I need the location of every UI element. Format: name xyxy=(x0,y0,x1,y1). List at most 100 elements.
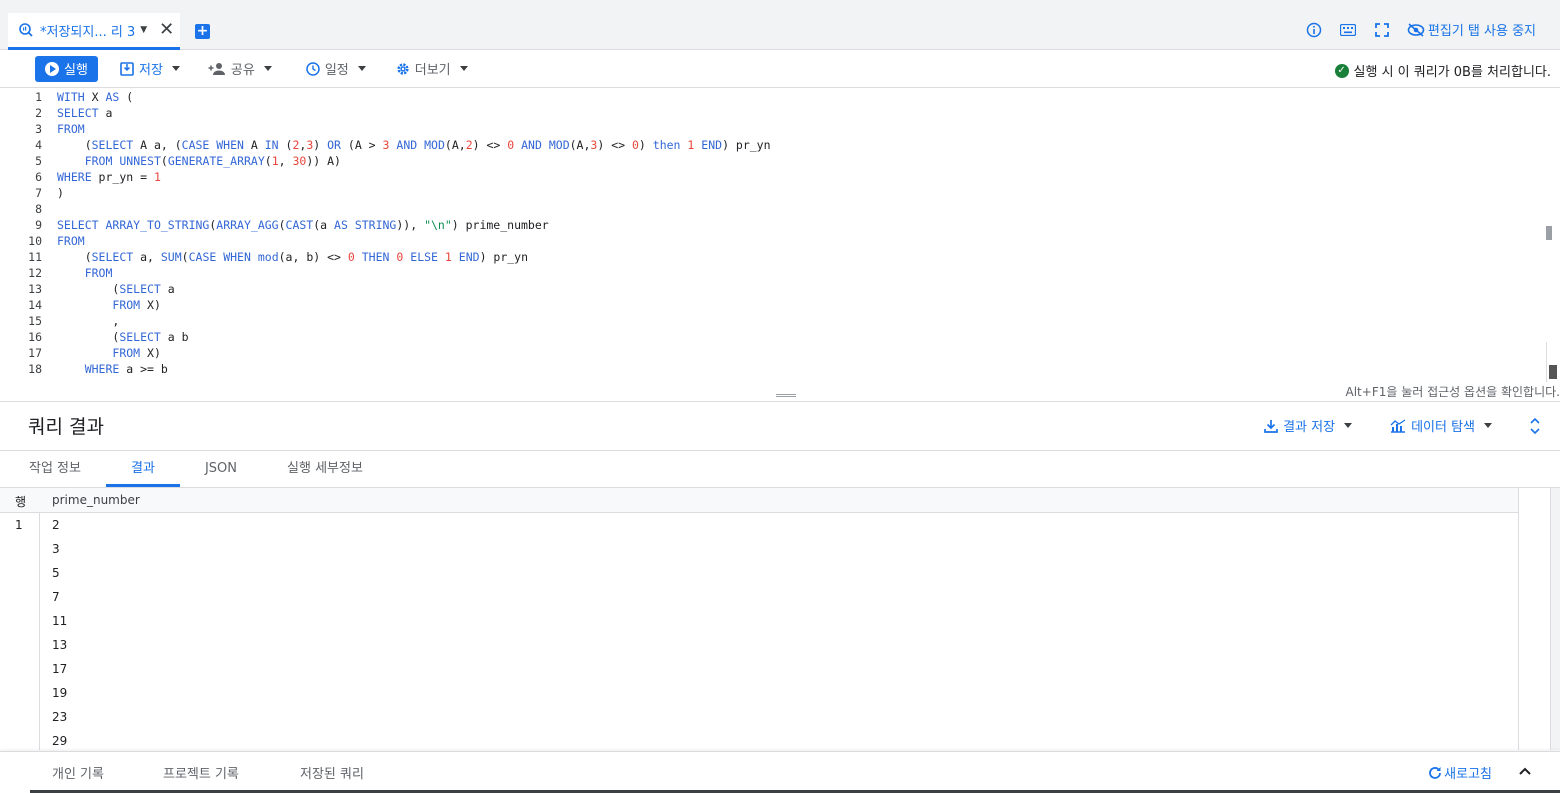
expand-toggle-icon[interactable] xyxy=(1530,417,1540,434)
line-number: 8 xyxy=(35,202,42,216)
run-button[interactable]: 실행 xyxy=(35,55,98,82)
save-icon xyxy=(120,61,134,76)
tab-title: *저장되지... 리 3 xyxy=(40,24,136,40)
editor-scrollbar-thumb[interactable] xyxy=(1546,226,1552,240)
table-cell[interactable]: 3 xyxy=(52,542,60,556)
line-number: 10 xyxy=(28,234,42,248)
tab-menu-icon[interactable]: ▼ xyxy=(140,25,147,35)
line-number: 3 xyxy=(35,122,42,136)
code-line: FROM xyxy=(57,234,85,248)
table-cell[interactable]: 13 xyxy=(52,638,67,652)
add-tab-icon[interactable]: + xyxy=(195,24,210,39)
chevron-down-icon xyxy=(263,66,272,71)
code-line: FROM X) xyxy=(112,346,161,360)
line-number: 5 xyxy=(35,154,42,168)
code-line: (SELECT a b xyxy=(57,330,189,344)
chevron-up-icon[interactable] xyxy=(1518,764,1532,778)
sql-editor[interactable]: 1 2 3 4 5 6 7 8 9 10 11 12 13 14 15 16 17 18 WITH X AS ( … xyxy=(0,88,1560,382)
share-label: 공유 xyxy=(230,63,255,78)
table-cell[interactable]: 23 xyxy=(52,710,67,724)
code-line: ) xyxy=(57,186,64,200)
table-cell[interactable]: 7 xyxy=(52,590,60,604)
more-label: 더보기 xyxy=(414,63,451,78)
validator-status: ✓ 실행 시 이 쿼리가 0B를 처리합니다. xyxy=(1334,61,1551,80)
code-line: FROM X) xyxy=(112,298,161,312)
line-number: 9 xyxy=(35,218,42,232)
code-line: SELECT ARRAY_TO_STRING(ARRAY_AGG(CAST(a … xyxy=(57,218,549,232)
tab-job-info[interactable]: 작업 정보 xyxy=(18,452,92,487)
code-line: SELECT a xyxy=(57,106,113,120)
accessibility-hint: Alt+F1을 눌러 접근성 옵션을 확인합니다. xyxy=(1345,385,1560,399)
table-cell[interactable]: 11 xyxy=(52,614,67,628)
table-cell[interactable]: 29 xyxy=(52,734,67,748)
line-number: 6 xyxy=(35,170,42,184)
chart-icon xyxy=(1390,418,1406,433)
code-line: , xyxy=(57,314,120,328)
schedule-label: 일정 xyxy=(324,63,349,78)
editor-toolbar: 실행 저장 공유 일정 더보기 ✓ 실행 시 이 쿼리가 0B를 처리합니다. xyxy=(0,50,1560,88)
validator-message: 실행 시 이 쿼리가 0B를 처리합니다. xyxy=(1353,65,1551,80)
line-number: 11 xyxy=(28,250,42,264)
line-number: 18 xyxy=(28,362,42,376)
code-line: WHERE a >= b xyxy=(84,362,168,376)
refresh-button[interactable]: 새로고침 xyxy=(1428,763,1492,782)
visibility-off-icon xyxy=(1407,22,1425,37)
row-number: 1 xyxy=(15,518,23,532)
code-line: FROM xyxy=(84,266,113,280)
history-panel: 개인 기록 프로젝트 기록 저장된 쿼리 새로고침 xyxy=(0,751,1560,793)
personal-history-tab[interactable]: 개인 기록 xyxy=(52,763,104,782)
table-cell[interactable]: 17 xyxy=(52,662,67,676)
chevron-down-icon xyxy=(1344,423,1353,428)
code-line: (SELECT A a, (CASE WHEN A IN (2,3) OR (A… xyxy=(57,138,771,152)
saved-queries-tab[interactable]: 저장된 쿼리 xyxy=(300,763,364,782)
refresh-icon xyxy=(1429,766,1442,779)
editor-scrollbar[interactable] xyxy=(1546,342,1560,382)
table-cell[interactable]: 19 xyxy=(52,686,67,700)
table-scroll-area xyxy=(1518,488,1548,750)
row-header: 행 xyxy=(15,495,27,509)
line-number: 15 xyxy=(28,314,42,328)
column-header[interactable]: prime_number xyxy=(52,493,140,507)
close-icon[interactable]: ✕ xyxy=(159,21,174,39)
tab-results[interactable]: 결과 xyxy=(106,452,180,487)
explore-data-button[interactable]: 데이터 탐색 xyxy=(1390,416,1492,435)
code-line: (SELECT a, SUM(CASE WHEN mod(a, b) <> 0 … xyxy=(57,250,529,264)
info-icon[interactable] xyxy=(1305,21,1323,39)
chevron-down-icon xyxy=(1484,423,1492,428)
code-line: WHERE pr_yn = 1 xyxy=(57,170,161,184)
code-line: FROM xyxy=(57,122,85,136)
keyboard-icon[interactable] xyxy=(1339,21,1357,39)
save-label: 저장 xyxy=(139,63,163,78)
tab-json[interactable]: JSON xyxy=(190,452,252,487)
tab-execution-details[interactable]: 실행 세부정보 xyxy=(272,452,378,487)
hide-editor-tab-button[interactable]: 편집기 탭 사용 중지 xyxy=(1407,20,1536,39)
code-line: WITH X AS ( xyxy=(57,90,134,104)
hide-editor-tab-label: 편집기 탭 사용 중지 xyxy=(1427,24,1536,39)
resize-handle[interactable] xyxy=(776,394,796,397)
line-number: 17 xyxy=(28,346,42,360)
line-number: 4 xyxy=(35,138,42,152)
editor-divider xyxy=(0,401,1560,402)
fullscreen-icon[interactable] xyxy=(1373,21,1391,39)
project-history-tab[interactable]: 프로젝트 기록 xyxy=(163,763,239,782)
table-header: 행 prime_number xyxy=(0,488,1518,513)
gear-icon xyxy=(397,62,409,75)
tab-strip: *저장되지... 리 3 ▼ ✕ + 편집기 탭 사용 중지 xyxy=(0,0,1560,50)
refresh-label: 새로고침 xyxy=(1444,767,1492,782)
chevron-down-icon xyxy=(459,66,468,71)
line-number: 16 xyxy=(28,330,42,344)
table-scrollbar[interactable] xyxy=(1550,488,1560,750)
save-results-button[interactable]: 결과 저장 xyxy=(1264,416,1353,435)
more-button[interactable]: 더보기 xyxy=(396,59,468,78)
save-button[interactable]: 저장 xyxy=(120,59,180,78)
table-cell[interactable]: 5 xyxy=(52,566,60,580)
line-number: 13 xyxy=(28,282,42,296)
run-label: 실행 xyxy=(64,63,88,78)
query-tab[interactable]: *저장되지... 리 3 ▼ ✕ xyxy=(8,13,180,50)
code-line: FROM UNNEST(GENERATE_ARRAY(1, 30)) A) xyxy=(84,154,341,168)
share-button[interactable]: 공유 xyxy=(208,59,272,78)
line-number: 12 xyxy=(28,266,42,280)
schedule-button[interactable]: 일정 xyxy=(306,59,366,78)
table-cell[interactable]: 2 xyxy=(52,518,60,532)
clock-icon xyxy=(306,61,320,76)
